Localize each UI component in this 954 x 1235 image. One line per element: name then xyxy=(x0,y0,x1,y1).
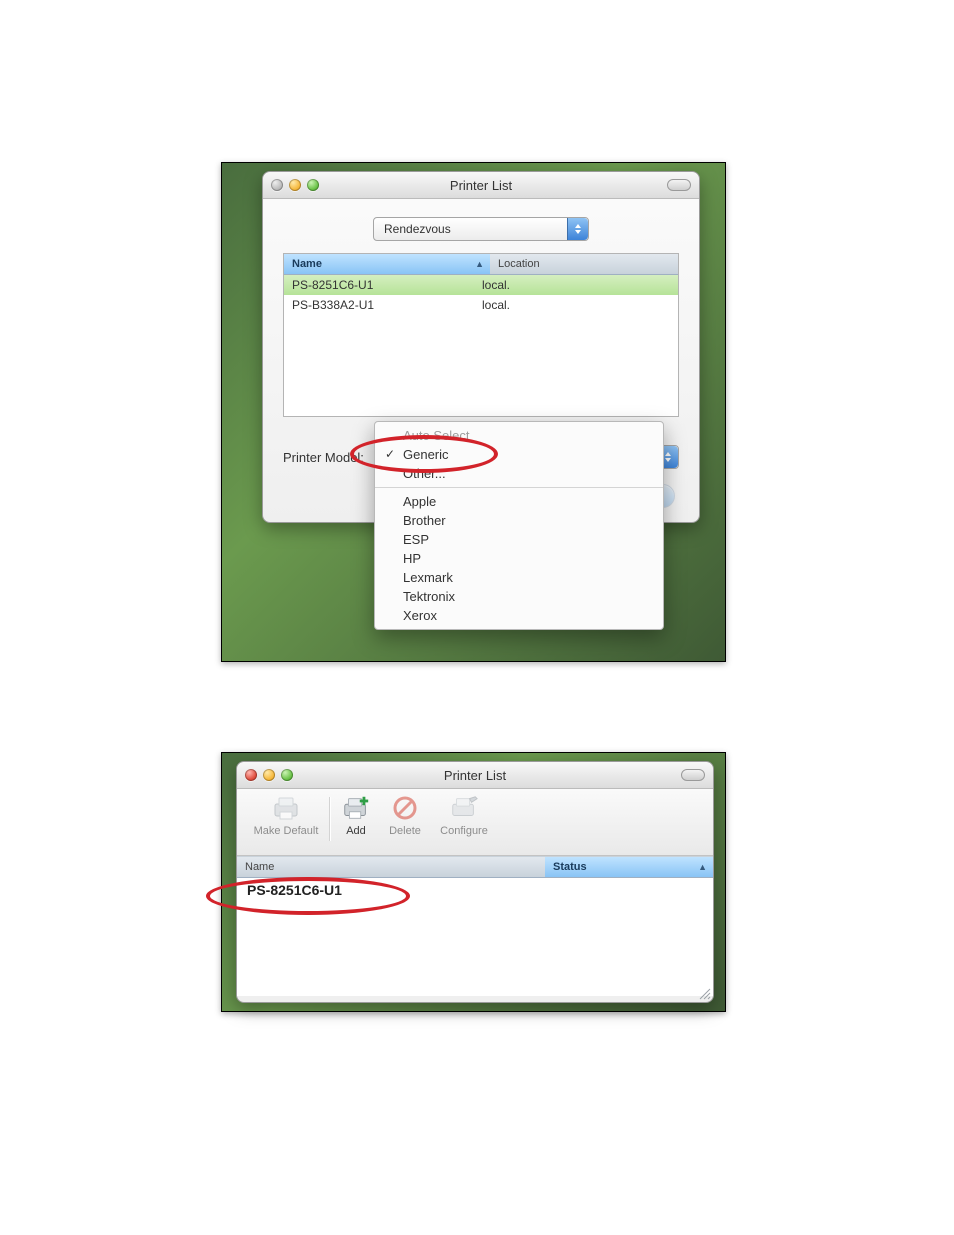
cell-name: PS-8251C6-U1 xyxy=(292,278,482,292)
window-title: Printer List xyxy=(237,768,713,783)
toolbar-label: Add xyxy=(346,825,366,837)
configure-printer-button: Configure xyxy=(430,793,498,837)
printer-icon xyxy=(271,793,301,823)
prohibited-icon xyxy=(390,793,420,823)
cell-name: PS-8251C6-U1 xyxy=(247,882,539,898)
menu-item-tektronix[interactable]: Tektronix xyxy=(375,587,663,606)
resize-grip-icon[interactable] xyxy=(697,986,711,1000)
sort-asc-icon: ▲ xyxy=(475,259,484,269)
cell-status xyxy=(539,882,703,898)
col-name[interactable]: Name xyxy=(237,857,545,877)
window-title: Printer List xyxy=(263,178,699,193)
add-printer-button[interactable]: Add xyxy=(332,793,380,837)
cell-location: local. xyxy=(482,298,670,312)
col-name[interactable]: Name ▲ xyxy=(284,254,490,274)
menu-item-esp[interactable]: ESP xyxy=(375,530,663,549)
toolbar: Make Default Add Delete xyxy=(237,789,713,856)
printers-header: Name Status ▲ xyxy=(237,856,713,878)
printer-model-label: Printer Model: xyxy=(283,450,364,465)
table-row[interactable]: PS-8251C6-U1 local. xyxy=(284,275,678,295)
table-row[interactable]: PS-B338A2-U1 local. xyxy=(284,295,678,315)
menu-separator xyxy=(375,487,663,488)
toolbar-label: Delete xyxy=(389,825,421,837)
printer-add-icon xyxy=(341,793,371,823)
toolbar-label: Configure xyxy=(440,825,488,837)
printers-table[interactable]: Name ▲ Location PS-8251C6-U1 local. PS-B… xyxy=(283,253,679,417)
menu-item-lexmark[interactable]: Lexmark xyxy=(375,568,663,587)
make-default-button: Make Default xyxy=(245,793,327,837)
printer-configure-icon xyxy=(449,793,479,823)
col-location[interactable]: Location xyxy=(490,254,678,274)
menu-item-hp[interactable]: HP xyxy=(375,549,663,568)
delete-printer-button: Delete xyxy=(380,793,430,837)
browse-method-popup[interactable]: Rendezvous xyxy=(373,217,589,241)
col-status[interactable]: Status ▲ xyxy=(545,857,713,877)
titlebar[interactable]: Printer List xyxy=(237,762,713,789)
menu-item-other[interactable]: Other... xyxy=(375,464,663,483)
toolbar-label: Make Default xyxy=(254,825,319,837)
printer-list-window-main: Printer List Make Default Add xyxy=(236,761,714,1003)
menu-item-generic[interactable]: Generic xyxy=(375,445,663,464)
browse-method-value: Rendezvous xyxy=(384,222,451,236)
titlebar[interactable]: Printer List xyxy=(263,172,699,199)
table-row[interactable]: PS-8251C6-U1 xyxy=(237,878,713,902)
menu-item-apple[interactable]: Apple xyxy=(375,492,663,511)
menu-item-xerox[interactable]: Xerox xyxy=(375,606,663,625)
cell-name: PS-B338A2-U1 xyxy=(292,298,482,312)
toolbar-toggle-pill[interactable] xyxy=(681,769,705,781)
printer-model-menu[interactable]: Auto Select Generic Other... Apple Broth… xyxy=(374,421,664,630)
menu-item-auto-select: Auto Select xyxy=(375,426,663,445)
chevron-updown-icon xyxy=(567,218,588,240)
toolbar-separator xyxy=(329,797,330,841)
cell-location: local. xyxy=(482,278,670,292)
toolbar-toggle-pill[interactable] xyxy=(667,179,691,191)
menu-item-brother[interactable]: Brother xyxy=(375,511,663,530)
sort-asc-icon: ▲ xyxy=(698,862,707,872)
